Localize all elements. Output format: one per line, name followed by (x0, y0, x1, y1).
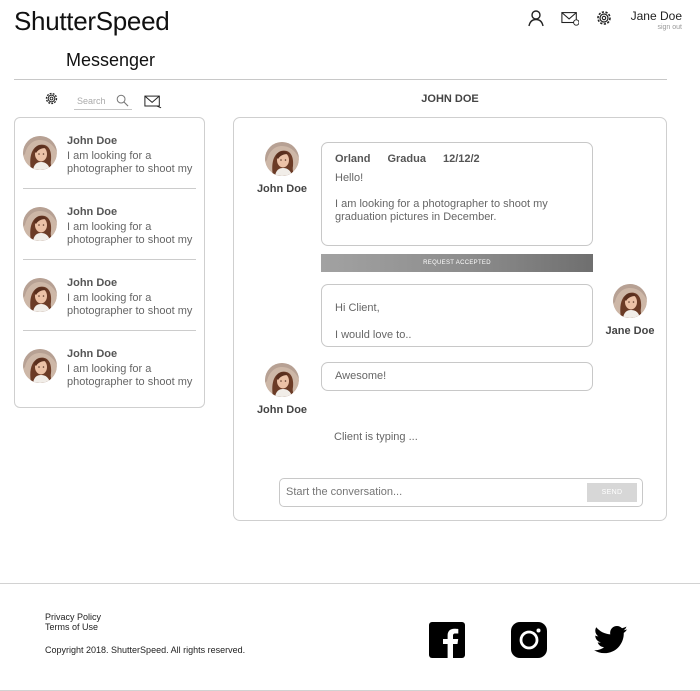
mail-icon[interactable] (560, 9, 579, 27)
settings-icon[interactable] (44, 91, 59, 111)
brand-logo[interactable]: ShutterSpeed (14, 6, 170, 37)
page-title: Messenger (66, 50, 156, 70)
compose-mail-icon[interactable] (144, 94, 162, 109)
avatar (23, 136, 57, 170)
instagram-icon[interactable] (511, 622, 547, 658)
avatar (265, 142, 299, 176)
conversation-snippet: I am looking for a photographer to shoot… (67, 363, 193, 388)
sign-out-link[interactable]: sign out (631, 23, 682, 32)
message-composer: SEND (279, 478, 643, 507)
header-divider (14, 79, 667, 80)
avatar (23, 278, 57, 312)
conversation-item[interactable]: John Doe I am looking for a photographer… (15, 118, 204, 189)
privacy-policy-link[interactable]: Privacy Policy (45, 612, 101, 622)
conversation-name: John Doe (67, 348, 118, 360)
conversation-name: John Doe (67, 277, 118, 289)
message-text: I am looking for a photographer to shoot… (335, 198, 548, 223)
avatar (265, 363, 299, 397)
search-placeholder: Search (77, 95, 106, 106)
conversation-toolbar: Search (44, 91, 162, 111)
search-input[interactable]: Search (74, 93, 132, 110)
message-bubble: Awesome! (321, 362, 593, 391)
twitter-icon[interactable] (594, 625, 628, 655)
terms-of-use-link[interactable]: Terms of Use (45, 622, 101, 632)
conversation-item[interactable]: John Doe I am looking for a photographer… (15, 331, 204, 402)
header-actions: Jane Doe sign out (527, 9, 682, 32)
facebook-icon[interactable] (429, 622, 465, 658)
sender-jane-doe: Jane Doe (595, 284, 665, 337)
avatar (23, 349, 57, 383)
avatar (23, 207, 57, 241)
conversation-snippet: I am looking for a photographer to shoot… (67, 292, 193, 317)
conversation-item[interactable]: John Doe I am looking for a photographer… (15, 189, 204, 260)
request-accepted-banner: REQUEST ACCEPTED (321, 254, 593, 272)
conversation-title: JOHN DOE (421, 93, 479, 105)
message-bubble: Orland Gradua 12/12/2 Hello! I am lookin… (321, 142, 593, 246)
typing-indicator: Client is typing ... (334, 431, 418, 443)
message-bubble: Hi Client, I would love to.. (321, 284, 593, 347)
message-greeting: Hello! (335, 172, 364, 184)
chat-panel: John Doe Orland Gradua 12/12/2 Hello! I … (233, 117, 667, 521)
message-meta: Orland Gradua 12/12/2 (335, 153, 579, 165)
sender-name: Jane Doe (605, 325, 655, 337)
footer-links: Privacy Policy Terms of Use (45, 612, 101, 632)
user-icon[interactable] (527, 9, 545, 27)
copyright-text: Copyright 2018. ShutterSpeed. All rights… (45, 645, 246, 655)
conversation-snippet: I am looking for a photographer to shoot… (67, 150, 193, 175)
sender-john-doe: John Doe (247, 142, 317, 195)
sender-name: John Doe (256, 183, 308, 195)
meta-date: 12/12/2 (442, 153, 480, 165)
sender-name: John Doe (256, 404, 308, 416)
footer: Privacy Policy Terms of Use Copyright 20… (0, 583, 700, 691)
message-input[interactable] (286, 486, 576, 498)
send-button[interactable]: SEND (587, 483, 637, 502)
conversation-name: John Doe (67, 206, 118, 218)
message-text: Hi Client, (335, 302, 380, 314)
user-name[interactable]: Jane Doe (631, 9, 682, 23)
gear-icon[interactable] (595, 9, 613, 27)
meta-event: Gradua (387, 153, 426, 165)
meta-location: Orland (335, 153, 371, 165)
conversation-item[interactable]: John Doe I am looking for a photographer… (15, 260, 204, 331)
avatar (613, 284, 647, 318)
search-icon[interactable] (116, 94, 129, 107)
message-text: I would love to.. (335, 329, 412, 341)
conversation-list: John Doe I am looking for a photographer… (14, 117, 205, 408)
sender-john-doe: John Doe (247, 363, 317, 416)
message-text: Awesome! (335, 370, 387, 382)
conversation-name: John Doe (67, 135, 118, 147)
user-menu: Jane Doe sign out (631, 9, 682, 32)
conversation-snippet: I am looking for a photographer to shoot… (67, 221, 193, 246)
